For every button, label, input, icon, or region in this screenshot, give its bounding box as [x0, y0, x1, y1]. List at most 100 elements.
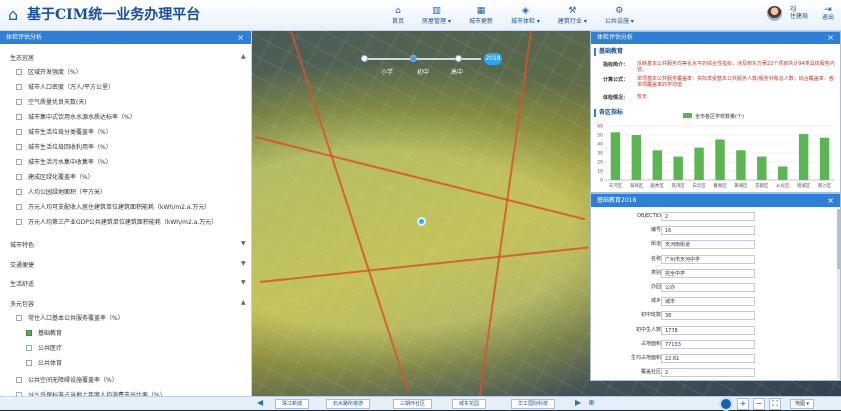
tree-item[interactable]: 城市生活污水集中收集率（%） [16, 157, 112, 166]
tree-item[interactable]: 建成区绿化覆盖率（%） [16, 172, 94, 181]
evaluation-left-panel: 体检评估分析 × 生态宜居 ▲ 区域开发强度（%） 城市人口密度（万人/平方公里）… [0, 31, 252, 399]
group-label[interactable]: 生活舒适 [10, 279, 34, 288]
y-tick-label: 50 [597, 133, 603, 139]
tree-item[interactable]: 常住人口基本公共服务覆盖率（%） [16, 313, 124, 322]
attribute-row: 初中班数： 38 [591, 309, 841, 322]
scrollbar[interactable] [837, 209, 840, 379]
map-road [259, 246, 589, 283]
user-name: zjj 住建局 [790, 5, 809, 20]
checkbox[interactable] [16, 173, 22, 180]
location-button[interactable]: 城东花园 [452, 399, 487, 409]
attribute-key: OBJECTID： [637, 213, 666, 219]
checkbox[interactable] [16, 376, 22, 383]
timeline-dot-junior[interactable] [410, 55, 417, 62]
tree-subitem[interactable]: 公共医疗 [26, 343, 62, 352]
y-tick-label: 20 [597, 160, 603, 166]
bar [631, 135, 642, 180]
tree-item[interactable]: 万元人均可支配收入居住建筑单位建筑面积能耗（kWh/m2.a.万元） [16, 202, 210, 211]
legend-swatch [683, 113, 692, 118]
close-icon[interactable]: × [237, 31, 244, 44]
location-button[interactable]: 珠江新城 [275, 399, 310, 409]
chevron-up-icon[interactable]: ▲ [241, 299, 246, 306]
checkbox[interactable] [16, 218, 22, 225]
watermark: @ 无忧吧 [4, 391, 43, 401]
checkbox[interactable] [16, 203, 22, 210]
checkbox[interactable] [16, 98, 22, 105]
app-title: 基于CIM统一业务办理平台 [27, 7, 201, 23]
tree-item[interactable]: 城市集中式饮用水水源水质达标率（%） [16, 112, 136, 121]
timeline-dot-primary[interactable] [361, 55, 368, 62]
info-key: 计算公式： [603, 77, 629, 83]
nav-housing[interactable]: ▥ 房屋管理 ▾ [413, 0, 460, 31]
chevron-left-icon[interactable]: ◀ [257, 398, 263, 407]
checkbox[interactable] [16, 128, 22, 135]
city-icon: ▦ [476, 6, 486, 16]
location-marker-icon[interactable] [417, 217, 426, 226]
timeline-dot-senior[interactable] [455, 55, 462, 62]
group-label[interactable]: 交通便捷 [10, 260, 34, 269]
fullscreen-icon[interactable]: ⛶ [769, 398, 781, 410]
checkbox[interactable] [16, 68, 22, 75]
tree-item[interactable]: 城市生活垃圾分类覆盖率（%） [16, 127, 112, 136]
checkbox[interactable] [16, 158, 22, 165]
attribute-panel: 基础教育2018 × OBJECTID： 2 编号： 16 街道： 天河南街道 名称： 广州市天… [590, 193, 841, 381]
map-type-select[interactable]: 地图 ▾ [790, 399, 814, 409]
tree-item[interactable]: 公共空间无障碍设施覆盖率（%） [16, 375, 118, 384]
tree-item[interactable]: 万元人均第三产业GDP公共建筑单位建筑面积能耗（kWh/m2.a.万元） [16, 217, 217, 226]
map-road [254, 136, 586, 221]
chevron-up-icon[interactable]: ▲ [241, 53, 246, 60]
close-icon[interactable]: × [827, 32, 834, 44]
nav-urban-renewal[interactable]: ▦ 城市更新 [460, 0, 502, 31]
location-button[interactable]: 石水路所楼游 [326, 399, 371, 409]
nav-construction[interactable]: ⚒ 建筑行业 ▾ [549, 0, 596, 31]
timeline-year-badge[interactable]: 2018 [484, 53, 502, 65]
location-button[interactable]: 三期环社区 [393, 399, 433, 409]
avatar[interactable] [767, 6, 782, 21]
checkbox[interactable] [26, 359, 32, 366]
group-label[interactable]: 城市特色 [10, 240, 34, 249]
add-icon[interactable]: ⊕ [588, 398, 595, 407]
bar [778, 166, 788, 180]
nav-city-checkup[interactable]: ◈ 城市体检 ▾ [502, 0, 549, 31]
nav-public-facility[interactable]: ⚙ 公共设施 ▾ [596, 0, 643, 31]
nav-home[interactable]: ⌂ 首页 [383, 0, 413, 31]
checkbox[interactable] [16, 113, 22, 120]
location-button[interactable]: 华工国际科技 [511, 399, 556, 409]
attribute-value: 77133 [661, 339, 755, 349]
bar [757, 156, 767, 180]
tree-item[interactable]: 人均公园绿地面积（平方米） [16, 187, 106, 196]
zoom-out-button[interactable]: − [753, 398, 765, 410]
checkbox[interactable] [16, 314, 22, 321]
scrollbar-thumb[interactable] [837, 209, 840, 269]
close-icon[interactable]: × [827, 194, 834, 207]
chevron-down-icon[interactable]: ▼ [241, 279, 246, 286]
zoom-in-button[interactable]: + [737, 398, 749, 410]
compass-icon[interactable] [719, 397, 733, 411]
attribute-key: 覆盖社区： [640, 369, 666, 376]
tree-subitem[interactable]: 基础教育 [26, 328, 62, 337]
x-tick-label: 海珠区 [630, 182, 644, 189]
logout-button[interactable]: ⇥ 退出 [822, 6, 834, 22]
tree-item[interactable]: 区域开发强度（%） [16, 67, 82, 76]
tree-subitem[interactable]: 公共体育 [26, 358, 62, 367]
tree-item[interactable]: 空气质量优良天数(天) [16, 97, 87, 106]
checkbox[interactable] [16, 188, 22, 195]
y-tick-label: 10 [597, 169, 603, 175]
attribute-key: 编号： [650, 227, 666, 234]
group-label[interactable]: 多元包容 [10, 299, 34, 308]
tree-item[interactable]: 城市生活垃圾回收利用率（%） [16, 142, 112, 151]
home-icon: ⌂ [395, 6, 401, 16]
checkbox[interactable] [26, 344, 32, 351]
tree-item[interactable]: 城市人口密度（万人/平方公里） [16, 82, 114, 91]
checkbox[interactable] [16, 143, 22, 150]
checkbox-checked[interactable] [26, 329, 32, 336]
x-tick-label: 番禺区 [713, 182, 727, 189]
group-label[interactable]: 生态宜居 [10, 53, 34, 62]
x-tick-label: 从化区 [776, 182, 790, 189]
chevron-down-icon[interactable]: ▼ [241, 240, 246, 247]
bar [694, 147, 704, 180]
chevron-down-icon[interactable]: ▼ [241, 260, 246, 267]
chevron-right-icon[interactable]: ▶ [575, 398, 581, 407]
nav-construction-label: 建筑行业 ▾ [557, 18, 587, 25]
checkbox[interactable] [16, 83, 22, 90]
